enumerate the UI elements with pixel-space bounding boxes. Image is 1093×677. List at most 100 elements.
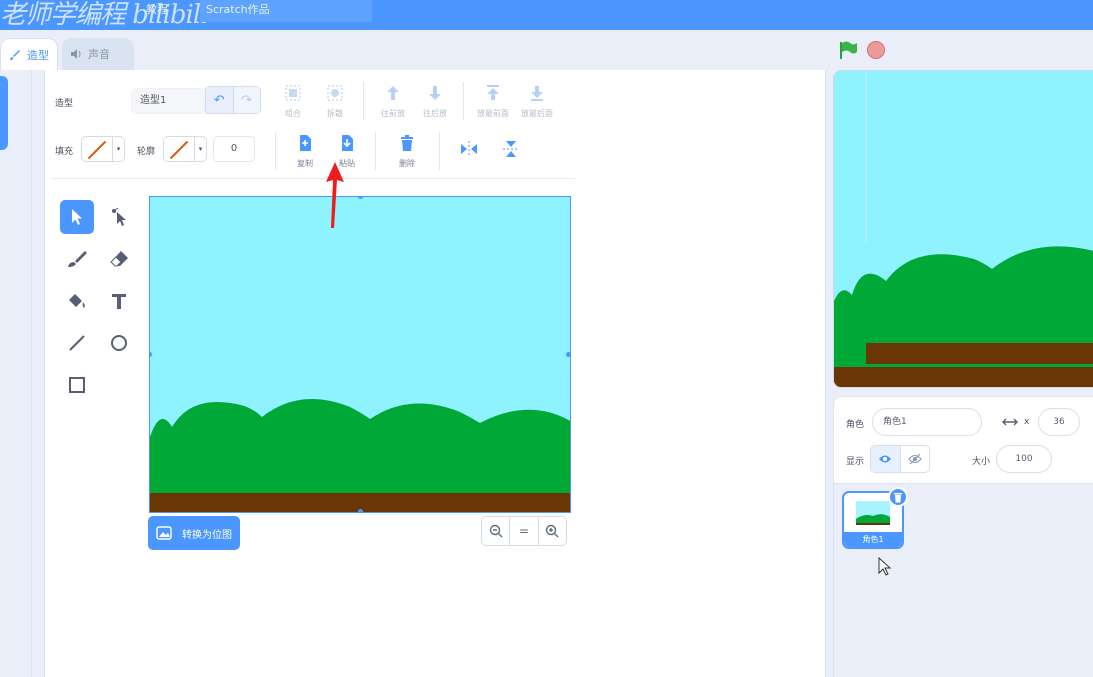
- to-front-label: 放最前面: [477, 109, 509, 118]
- x-label: x: [1024, 417, 1030, 427]
- stage-artwork: [834, 71, 1093, 387]
- paint-canvas[interactable]: [149, 196, 571, 513]
- undo-button[interactable]: ↶: [206, 87, 233, 113]
- to-front-button[interactable]: 放最前面: [471, 84, 515, 119]
- group-label: 组合: [285, 109, 301, 118]
- fill-tool[interactable]: [60, 284, 94, 318]
- paint-editor: 造型 造型1 ↶ ↷ 组合 拆散 往前放 往后放 放最前面 放最后面 填充 ▾ …: [44, 70, 826, 677]
- toolbar-divider: [363, 82, 364, 120]
- trash-icon: [401, 135, 413, 151]
- tab-costumes[interactable]: 造型: [0, 38, 58, 70]
- image-icon: [156, 526, 172, 540]
- to-back-button[interactable]: 放最后面: [515, 84, 559, 119]
- rectangle-tool[interactable]: [60, 368, 94, 402]
- arrow-bottom-icon: [531, 86, 543, 101]
- group-button[interactable]: 组合: [271, 84, 315, 119]
- eye-icon: [879, 455, 892, 463]
- zoom-out-button[interactable]: [482, 517, 509, 545]
- convert-to-bitmap-label: 转换为位图: [182, 529, 232, 541]
- brush-icon: [10, 49, 20, 60]
- toolbar-separator: [51, 178, 575, 179]
- show-button[interactable]: [871, 446, 900, 472]
- convert-to-bitmap-button[interactable]: 转换为位图: [148, 516, 240, 550]
- toolbar-divider: [275, 132, 276, 170]
- flip-vertical-button[interactable]: [489, 140, 533, 164]
- sprite-info-panel: 角色 角色1 x 36 显示 大小 100: [833, 396, 1093, 484]
- reshape-tool[interactable]: [102, 200, 136, 234]
- line-tool[interactable]: [60, 326, 94, 360]
- size-label: 大小: [972, 457, 991, 467]
- text-tool[interactable]: [102, 284, 136, 318]
- copy-button[interactable]: 复制: [283, 134, 327, 169]
- ungroup-icon: [327, 85, 343, 101]
- zoom-reset-button[interactable]: =: [509, 517, 537, 545]
- costume-list: [0, 70, 32, 677]
- eye-off-icon: [908, 453, 922, 465]
- costume-list-selected[interactable]: [0, 76, 8, 150]
- mouse-cursor-icon: [878, 557, 892, 576]
- backdrop-artwork: [150, 197, 570, 512]
- project-title[interactable]: Scratch作品: [200, 0, 372, 22]
- selection-handle[interactable]: [566, 352, 570, 357]
- copy-icon: [300, 135, 311, 151]
- forward-button[interactable]: 往前放: [371, 84, 415, 119]
- sprite-card-name: 角色1: [844, 532, 902, 547]
- sprite-list: 角色1: [833, 484, 1093, 677]
- size-input[interactable]: 100: [996, 445, 1052, 473]
- tab-costumes-label: 造型: [27, 48, 49, 62]
- menu-tutorial[interactable]: 教程: [140, 0, 198, 22]
- horizontal-arrows-icon: [1002, 418, 1018, 426]
- forward-label: 往前放: [381, 109, 405, 118]
- delete-label: 删除: [399, 159, 415, 168]
- sprite-label: 角色: [846, 420, 865, 430]
- x-input[interactable]: 36: [1038, 408, 1080, 436]
- delete-button[interactable]: 删除: [385, 134, 429, 169]
- zoom-out-icon: [489, 524, 503, 538]
- outline-swatch: [164, 137, 194, 161]
- arrow-top-icon: [487, 85, 499, 100]
- select-tool[interactable]: [60, 200, 94, 234]
- speaker-icon: [71, 49, 81, 59]
- hide-button[interactable]: [899, 446, 930, 472]
- trash-icon: [894, 492, 902, 502]
- outline-width-input[interactable]: 0: [213, 136, 255, 162]
- costume-name-label: 造型: [55, 99, 74, 109]
- chevron-down-icon: ▾: [112, 137, 124, 161]
- zoom-controls: =: [481, 516, 567, 546]
- zoom-in-button[interactable]: [537, 517, 566, 545]
- eraser-tool[interactable]: [102, 242, 136, 276]
- backward-button[interactable]: 往后放: [413, 84, 457, 119]
- toolbar-divider: [439, 132, 440, 170]
- chevron-down-icon: ▾: [194, 137, 206, 161]
- fill-swatch: [82, 137, 112, 161]
- sprite-thumbnail: [856, 501, 890, 525]
- line-icon: [69, 335, 85, 351]
- select-arrow-icon: [72, 209, 82, 225]
- menu-bar: 老师学编程 bilibili 教程 Scratch作品: [0, 0, 1093, 30]
- outline-color-picker[interactable]: ▾: [163, 136, 207, 162]
- ungroup-button[interactable]: 拆散: [313, 84, 357, 119]
- paste-icon: [342, 135, 353, 151]
- text-icon: [112, 294, 126, 309]
- backward-label: 往后放: [423, 109, 447, 118]
- tab-sounds-label: 声音: [88, 48, 110, 61]
- selection-handle[interactable]: [358, 509, 363, 512]
- brush-tool[interactable]: [60, 242, 94, 276]
- fill-color-picker[interactable]: ▾: [81, 136, 125, 162]
- flip-vertical-icon: [503, 141, 519, 157]
- toolbar-divider: [375, 132, 376, 170]
- flip-horizontal-button[interactable]: [447, 140, 491, 164]
- flip-horizontal-icon: [461, 141, 477, 157]
- stage-preview[interactable]: [833, 70, 1093, 388]
- tab-sounds[interactable]: 声音: [62, 38, 134, 70]
- circle-tool[interactable]: [102, 326, 136, 360]
- delete-sprite-button[interactable]: [888, 487, 908, 507]
- redo-button[interactable]: ↷: [232, 87, 260, 113]
- paint-bucket-icon: [69, 294, 85, 308]
- undo-redo-group: ↶ ↷: [205, 86, 261, 114]
- sprite-name-input[interactable]: 角色1: [872, 408, 982, 436]
- stop-button[interactable]: [867, 41, 885, 59]
- rectangle-icon: [69, 377, 85, 393]
- green-flag-icon[interactable]: [838, 40, 858, 60]
- toolbar-divider: [463, 82, 464, 120]
